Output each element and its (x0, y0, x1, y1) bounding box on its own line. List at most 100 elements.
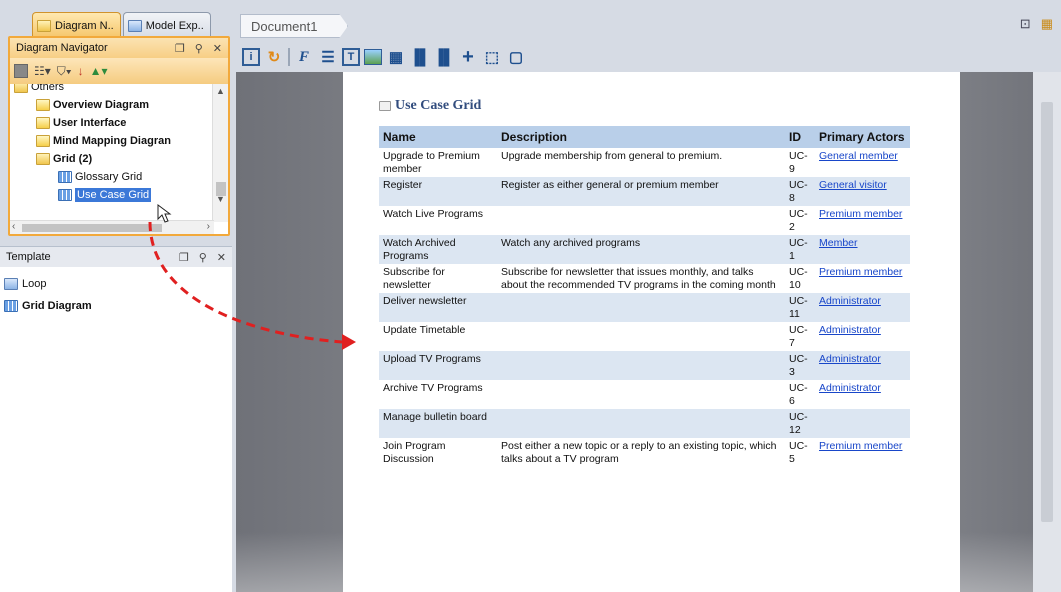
template-item-label: Loop (22, 278, 47, 290)
template-item[interactable]: Grid Diagram (4, 295, 228, 317)
cell-id: UC-9 (789, 150, 808, 175)
tree-item[interactable]: Overview Diagram (10, 96, 214, 114)
cell-id: UC-2 (789, 208, 808, 233)
close-icon[interactable]: ✕ (213, 42, 222, 55)
grid-icon (379, 101, 391, 111)
column-icon[interactable]: ▐▌ (409, 47, 430, 67)
tree-horizontal-scrollbar[interactable]: ‹ › (10, 220, 214, 234)
pin-icon[interactable]: ⚲ (199, 251, 207, 264)
tab-diagram-navigator[interactable]: Diagram N.. (32, 12, 121, 36)
table-row: Watch Archived Programs Watch any archive… (379, 235, 910, 264)
table-row: Upload TV Programs UC-3 Administrator (379, 351, 910, 380)
scroll-right-icon[interactable]: › (207, 221, 210, 232)
insert-icon[interactable]: + (458, 46, 478, 68)
cell-name: Manage bulletin board (379, 409, 497, 438)
scroll-thumb[interactable] (1041, 102, 1053, 522)
arrow-up-icon[interactable]: ▲▾ (90, 64, 108, 78)
document-tab-bar: Document1 ⊡ ▦ (236, 12, 1061, 38)
cell-description: Subscribe for newsletter that issues mon… (501, 266, 776, 291)
scroll-left-icon[interactable]: ‹ (12, 221, 15, 232)
tab-model-explorer[interactable]: Model Exp.. (122, 12, 211, 36)
restore-icon[interactable]: ❐ (175, 42, 185, 55)
table-header-row: Name Description ID Primary Actors (379, 126, 910, 148)
loop-icon (4, 278, 18, 290)
actor-link[interactable]: Premium member (819, 208, 902, 220)
cell-id: UC-6 (789, 382, 808, 407)
scroll-up-icon[interactable]: ▲ (216, 86, 225, 96)
list-icon[interactable]: ☰ (318, 47, 338, 67)
refresh-icon[interactable]: ↻ (264, 47, 284, 67)
row-icon[interactable]: ▐▌ (433, 47, 454, 67)
page-icon[interactable]: ▢ (506, 47, 526, 67)
folder-icon (14, 84, 28, 93)
actor-link[interactable]: Administrator (819, 324, 881, 336)
cell-name: Upload TV Programs (379, 351, 497, 380)
panel-tabs: Diagram N.. Model Exp.. (32, 12, 211, 36)
cell-description (497, 293, 785, 322)
stop-icon[interactable] (14, 64, 28, 78)
cell-id: UC-1 (785, 235, 815, 264)
restore-icon[interactable]: ❐ (179, 251, 189, 264)
cell-id: UC-12 (785, 409, 815, 438)
tree-vertical-scrollbar[interactable]: ▲ ▼ (212, 84, 228, 222)
frame-icon[interactable]: ⬚ (482, 47, 502, 67)
diagram-icon (58, 171, 72, 183)
cell-name: Upgrade to Premium member (383, 150, 480, 175)
text-icon[interactable]: T (342, 48, 360, 66)
actor-link[interactable]: General member (819, 150, 898, 162)
actor-link[interactable]: Member (819, 237, 858, 249)
actor-link[interactable]: Premium member (819, 440, 902, 452)
table-row: Subscribe for newsletter Subscribe for ne… (379, 264, 910, 293)
table-icon[interactable]: ▦ (386, 47, 406, 67)
close-icon[interactable]: ✕ (217, 251, 226, 264)
pin-icon[interactable]: ⚲ (195, 42, 203, 55)
panel-title: Template (6, 251, 51, 263)
cell-id: UC-7 (789, 324, 808, 349)
tree-item[interactable]: User Interface (10, 114, 214, 132)
scroll-down-icon[interactable]: ▼ (216, 194, 225, 204)
actor-link[interactable]: General visitor (819, 179, 887, 191)
filter-icon[interactable]: ⛉▾ (57, 64, 72, 79)
font-icon[interactable]: F (294, 47, 314, 67)
navigator-title-bar: Diagram Navigator ❐ ⚲ ✕ (10, 38, 228, 58)
table-row: Watch Live Programs UC-2 Premium member (379, 206, 910, 235)
actor-link[interactable]: Administrator (819, 382, 881, 394)
tab-label: Diagram N.. (55, 20, 114, 32)
diagram-icon (36, 99, 50, 111)
fit-page-icon[interactable]: ⊡ (1020, 16, 1031, 32)
document-canvas: Use Case Grid Name Description ID Primar… (236, 72, 1061, 592)
grid-diagram-icon (4, 300, 18, 312)
info-icon[interactable]: i (242, 48, 260, 66)
hierarchy-icon[interactable]: ☷▾ (34, 64, 51, 78)
table-row: Manage bulletin board UC-12 (379, 409, 910, 438)
tree-item[interactable]: Use Case Grid (10, 186, 214, 204)
cell-actor: Member (815, 235, 910, 264)
cell-id: UC-10 (789, 266, 808, 291)
tree-item-label: Glossary Grid (75, 171, 143, 183)
cell-id: UC-8 (785, 177, 815, 206)
sort-icon[interactable]: ↓ (78, 64, 84, 78)
tree-item[interactable]: Glossary Grid (10, 168, 214, 186)
cell-actor (815, 409, 910, 438)
cell-id: UC-5 (789, 440, 808, 465)
actor-link[interactable]: Premium member (819, 266, 902, 278)
tree-item-label: Overview Diagram (53, 99, 149, 111)
canvas-vertical-scrollbar[interactable] (1033, 72, 1061, 592)
separator (288, 48, 290, 66)
actor-link[interactable]: Administrator (819, 353, 881, 365)
template-item[interactable]: Loop (4, 273, 228, 295)
table-row: Deliver newsletter UC-11 Administrator (379, 293, 910, 322)
col-name: Name (379, 126, 497, 148)
tree-item[interactable]: Mind Mapping Diagran (10, 132, 214, 150)
diagram-navigator-panel: Diagram Navigator ❐ ⚲ ✕ ☷▾ ⛉▾ ↓ ▲▾ Other… (8, 36, 230, 236)
actor-link[interactable]: Administrator (819, 295, 881, 307)
image-icon[interactable] (364, 49, 382, 65)
table-row: Join Program Discussion Post either a new… (379, 438, 910, 467)
tab-document1[interactable]: Document1 (240, 14, 348, 38)
cell-id: UC-11 (785, 293, 815, 322)
layout-icon[interactable]: ▦ (1041, 16, 1053, 32)
tab-label: Model Exp.. (145, 20, 204, 32)
scroll-thumb[interactable] (22, 224, 162, 232)
tree-item[interactable]: Grid (2) (10, 150, 214, 168)
tree-item[interactable]: Others (10, 84, 214, 96)
